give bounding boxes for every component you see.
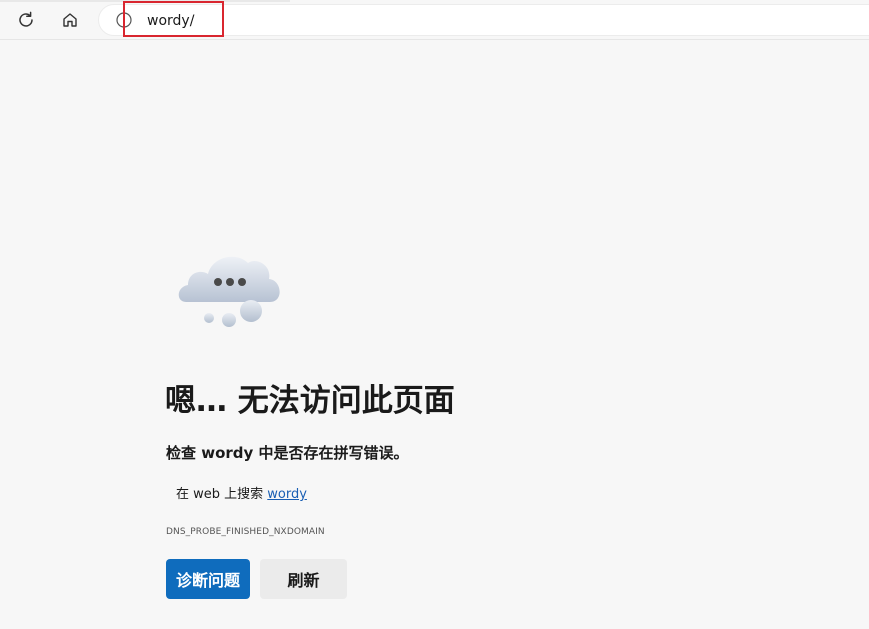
home-button[interactable]	[56, 6, 84, 34]
refresh-icon	[19, 11, 33, 27]
web-search-prefix: 在 web 上搜索	[176, 487, 268, 502]
address-highlight-box	[123, 1, 224, 37]
web-search-suggestion: 在 web 上搜索 wordy	[176, 485, 307, 505]
refresh-button[interactable]	[12, 6, 40, 34]
error-code: DNS_PROBE_FINISHED_NXDOMAIN	[166, 527, 325, 537]
reload-button[interactable]: 刷新	[260, 559, 347, 599]
spelling-suggestion: 检查 wordy 中是否存在拼写错误。	[166, 444, 409, 462]
diagnose-button[interactable]: 诊断问题	[166, 559, 250, 599]
web-search-link[interactable]: wordy	[267, 487, 307, 502]
cloud-thinking-icon	[178, 256, 280, 327]
home-icon	[63, 13, 77, 27]
error-title: 嗯… 无法访问此页面	[165, 383, 455, 419]
